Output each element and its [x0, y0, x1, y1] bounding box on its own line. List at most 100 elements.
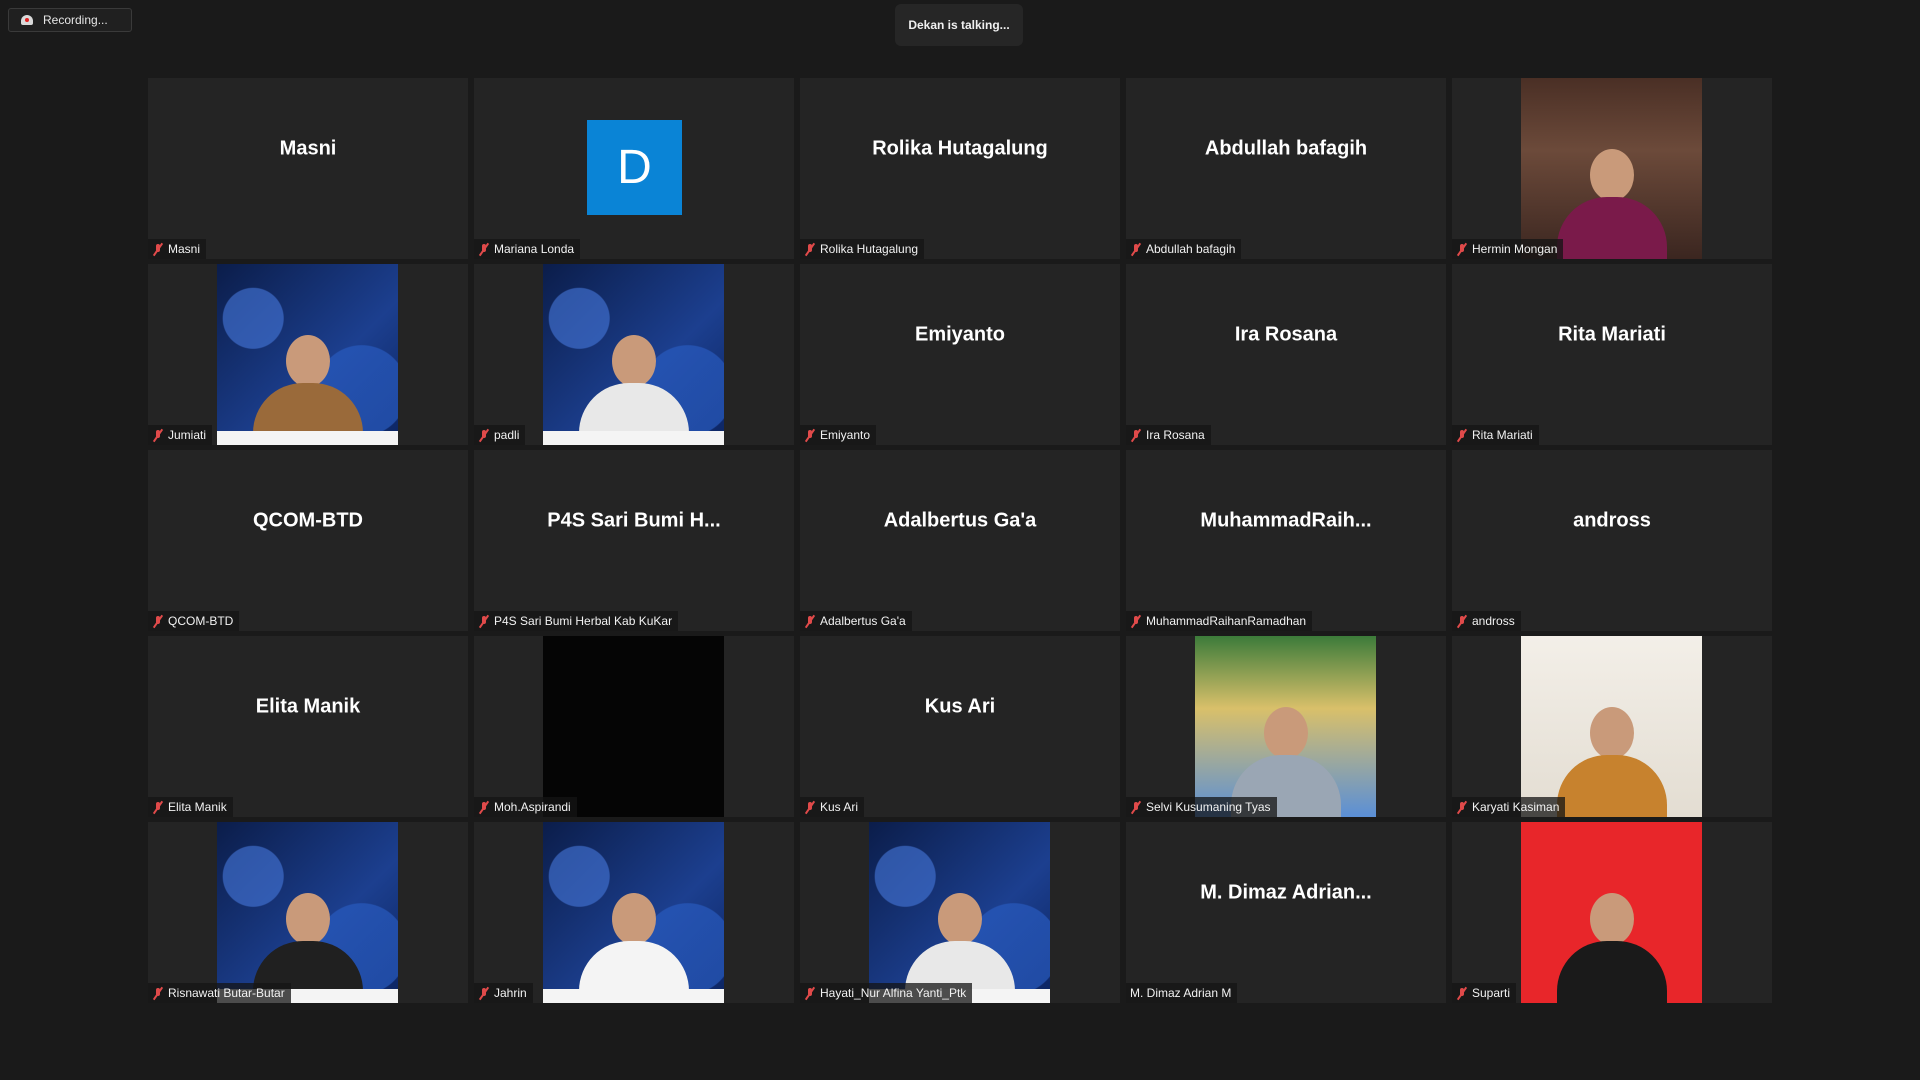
person-silhouette	[1556, 149, 1667, 259]
person-head	[285, 893, 330, 945]
participant-video	[869, 822, 1050, 1003]
participant-tile[interactable]: Rita Mariati Rita Mariati	[1452, 264, 1772, 445]
participant-name: MuhammadRaihanRamadhan	[1146, 614, 1307, 628]
participant-video	[1521, 78, 1702, 259]
mic-muted-icon	[152, 429, 164, 442]
participant-tile[interactable]: MuhammadRaih... MuhammadRaihanRamadhan	[1126, 450, 1446, 631]
mic-muted-icon	[152, 801, 164, 814]
person-silhouette	[252, 335, 363, 445]
participant-tile[interactable]: Rolika Hutagalung Rolika Hutagalung	[800, 78, 1120, 259]
person-head	[1589, 707, 1634, 759]
virtual-background-footer	[543, 989, 724, 1003]
mic-muted-icon	[152, 615, 164, 628]
person-head	[285, 335, 330, 387]
participant-tile[interactable]: P4S Sari Bumi H... P4S Sari Bumi Herbal K…	[474, 450, 794, 631]
participant-name-label: P4S Sari Bumi Herbal Kab KuKar	[474, 611, 679, 631]
participant-name: andross	[1472, 614, 1515, 628]
participant-display-name: Emiyanto	[914, 323, 1006, 345]
participant-tile[interactable]: D Mariana Londa	[474, 78, 794, 259]
participant-tile[interactable]: Adalbertus Ga'a Adalbertus Ga'a	[800, 450, 1120, 631]
participant-name-label: Hayati_Nur Alfina Yanti_Ptk	[800, 983, 973, 1003]
participant-name: Selvi Kusumaning Tyas	[1146, 800, 1271, 814]
mic-muted-icon	[804, 987, 816, 1000]
participant-name-label: Jahrin	[474, 983, 533, 1003]
participant-name: Suparti	[1472, 986, 1511, 1000]
participant-video	[1195, 636, 1376, 817]
mic-muted-icon	[152, 987, 164, 1000]
participant-display-name: Rita Mariati	[1558, 323, 1666, 345]
participant-name: Emiyanto	[820, 428, 871, 442]
participant-display-name: M. Dimaz Adrian...	[1200, 881, 1372, 903]
participant-tile[interactable]: padli	[474, 264, 794, 445]
participant-tile[interactable]: Jahrin	[474, 822, 794, 1003]
participant-tile[interactable]: andross andross	[1452, 450, 1772, 631]
participant-display-name: Ira Rosana	[1234, 323, 1338, 345]
person-body	[1556, 197, 1667, 259]
person-silhouette	[1556, 893, 1667, 1003]
participant-tile[interactable]: Emiyanto Emiyanto	[800, 264, 1120, 445]
participant-name-label: MuhammadRaihanRamadhan	[1126, 611, 1313, 631]
person-head	[611, 335, 656, 387]
participant-display-name: Elita Manik	[255, 695, 361, 717]
participant-display-name: Adalbertus Ga'a	[883, 509, 1037, 531]
active-speaker-banner: Dekan is talking...	[895, 4, 1023, 46]
person-silhouette	[1556, 707, 1667, 817]
participant-tile[interactable]: Risnawati Butar-Butar	[148, 822, 468, 1003]
participant-tile[interactable]: Abdullah bafagih Abdullah bafagih	[1126, 78, 1446, 259]
participant-display-name: andross	[1573, 509, 1651, 531]
participant-tile[interactable]: Karyati Kasiman	[1452, 636, 1772, 817]
participant-name-label: Selvi Kusumaning Tyas	[1126, 797, 1277, 817]
participant-name-label: Abdullah bafagih	[1126, 239, 1242, 259]
participant-display-name: MuhammadRaih...	[1200, 509, 1372, 531]
participant-tile[interactable]: Elita Manik Elita Manik	[148, 636, 468, 817]
participant-video	[543, 636, 724, 817]
participant-tile[interactable]: Suparti	[1452, 822, 1772, 1003]
participant-name-label: Mariana Londa	[474, 239, 581, 259]
person-silhouette	[578, 893, 689, 1003]
participant-tile[interactable]: Masni Masni	[148, 78, 468, 259]
participant-name-label: Suparti	[1452, 983, 1517, 1003]
mic-muted-icon	[1130, 243, 1142, 256]
participant-gallery: Masni Masni D Mariana Londa Rolika Hutagalun…	[148, 78, 1772, 1003]
participant-display-name: Abdullah bafagih	[1204, 137, 1368, 159]
participant-name: Mariana Londa	[494, 242, 575, 256]
avatar: D	[587, 120, 682, 215]
participant-tile[interactable]: Kus Ari Kus Ari	[800, 636, 1120, 817]
participant-display-name: P4S Sari Bumi H...	[547, 509, 721, 531]
participant-name: Jahrin	[494, 986, 527, 1000]
recording-indicator[interactable]: Recording...	[8, 8, 132, 32]
participant-tile[interactable]: M. Dimaz Adrian... M. Dimaz Adrian M	[1126, 822, 1446, 1003]
participant-name: Rolika Hutagalung	[820, 242, 919, 256]
participant-name: Risnawati Butar-Butar	[168, 986, 285, 1000]
participant-tile[interactable]: QCOM-BTD QCOM-BTD	[148, 450, 468, 631]
participant-name-label: andross	[1452, 611, 1521, 631]
person-head	[1589, 893, 1634, 945]
recording-label: Recording...	[43, 13, 108, 27]
participant-name-label: Jumiati	[148, 425, 213, 445]
participant-tile[interactable]: Ira Rosana Ira Rosana	[1126, 264, 1446, 445]
participant-name: Ira Rosana	[1146, 428, 1205, 442]
participant-name: M. Dimaz Adrian M	[1130, 986, 1232, 1000]
mic-muted-icon	[478, 801, 490, 814]
participant-name: Hayati_Nur Alfina Yanti_Ptk	[820, 986, 967, 1000]
mic-muted-icon	[1456, 429, 1468, 442]
participant-video	[1521, 822, 1702, 1003]
participant-name: Elita Manik	[168, 800, 227, 814]
cloud-record-icon	[19, 15, 35, 25]
participant-name-label: Adalbertus Ga'a	[800, 611, 912, 631]
participant-name-label: M. Dimaz Adrian M	[1126, 983, 1238, 1003]
participant-tile[interactable]: Moh.Aspirandi	[474, 636, 794, 817]
participant-name-label: Masni	[148, 239, 207, 259]
participant-tile[interactable]: Jumiati	[148, 264, 468, 445]
person-head	[611, 893, 656, 945]
participant-display-name: Rolika Hutagalung	[872, 137, 1048, 159]
participant-tile[interactable]: Selvi Kusumaning Tyas	[1126, 636, 1446, 817]
participant-video	[543, 822, 724, 1003]
participant-display-name: QCOM-BTD	[253, 509, 363, 531]
participant-tile[interactable]: Hermin Mongan	[1452, 78, 1772, 259]
participant-tile[interactable]: Hayati_Nur Alfina Yanti_Ptk	[800, 822, 1120, 1003]
participant-name-label: padli	[474, 425, 526, 445]
participant-name: Masni	[168, 242, 201, 256]
participant-name: Adalbertus Ga'a	[820, 614, 906, 628]
participant-name-label: Rolika Hutagalung	[800, 239, 925, 259]
